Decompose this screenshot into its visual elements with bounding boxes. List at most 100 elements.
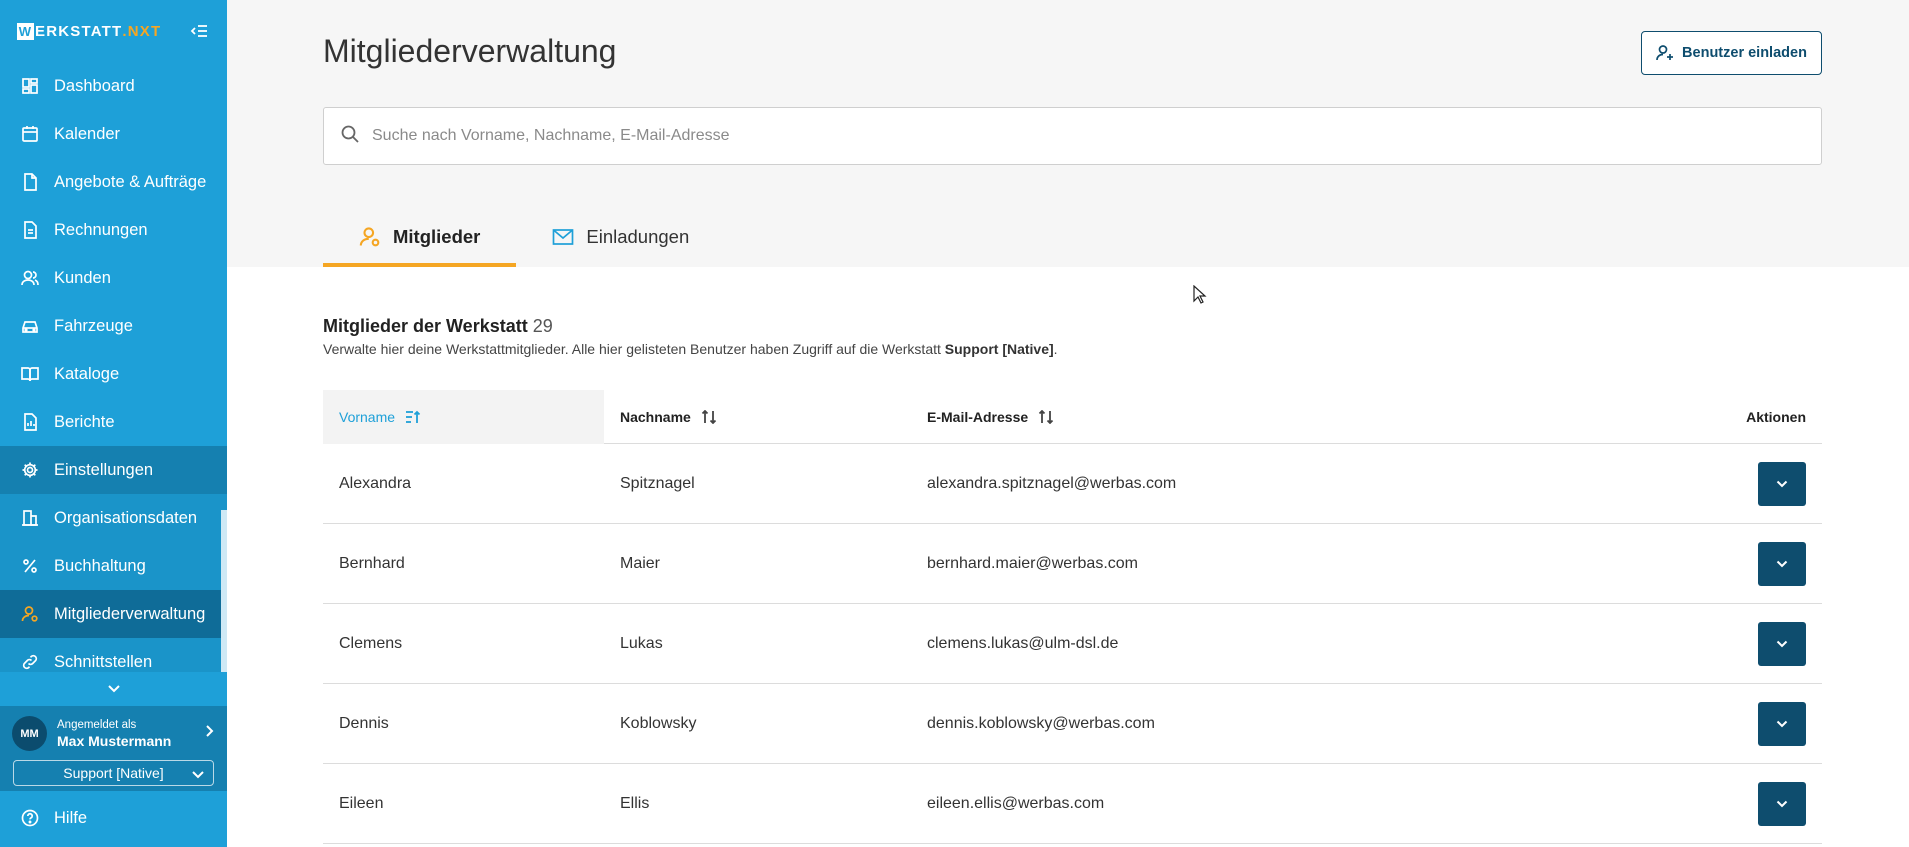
chevron-down-icon (1776, 635, 1788, 653)
sidebar-item-label: Mitgliederverwaltung (54, 604, 206, 623)
invoice-icon (20, 220, 40, 240)
sidebar-item-fahrzeuge[interactable]: Fahrzeuge (0, 302, 227, 350)
user-panel: MM Angemeldet als Max Mustermann Support… (0, 706, 227, 791)
workshop-select-value: Support [Native] (63, 765, 164, 781)
tab-label: Mitglieder (393, 225, 481, 247)
sidebar-item-buchhaltung[interactable]: Buchhaltung (0, 542, 227, 590)
tab-bar: Mitglieder Einladungen (323, 206, 725, 267)
sidebar-item-label: Kalender (54, 124, 121, 143)
table-row: Bernhard Maier bernhard.maier@werbas.com (323, 524, 1822, 604)
percent-icon (20, 556, 40, 576)
sidebar-item-label: Fahrzeuge (54, 316, 133, 335)
description-workshop: Support [Native] (944, 341, 1054, 357)
help-icon (20, 808, 40, 828)
cell-firstname: Clemens (339, 634, 403, 652)
search-input[interactable] (370, 126, 1770, 146)
invite-user-button[interactable]: Benutzer einladen (1641, 31, 1822, 75)
row-actions-button[interactable] (1758, 461, 1806, 506)
column-label: E-Mail-Adresse (927, 408, 1029, 425)
column-header-email[interactable]: E-Mail-Adresse (911, 390, 1738, 444)
cell-lastname: Lukas (620, 634, 663, 652)
sidebar-item-rechnungen[interactable]: Rechnungen (0, 206, 227, 254)
sidebar-item-schnittstellen[interactable]: Schnittstellen (0, 638, 227, 672)
sidebar-item-kalender[interactable]: Kalender (0, 110, 227, 158)
column-label: Aktionen (1746, 408, 1806, 425)
building-icon (20, 508, 40, 528)
chevron-down-icon (1776, 555, 1788, 573)
cell-email: alexandra.spitznagel@werbas.com (927, 474, 1177, 492)
mouse-cursor-icon (1193, 284, 1207, 310)
tab-einladungen[interactable]: Einladungen (516, 206, 725, 267)
sidebar-item-label: Dashboard (54, 76, 135, 95)
sidebar-item-kataloge[interactable]: Kataloge (0, 350, 227, 398)
sidebar-item-organisationsdaten[interactable]: Organisationsdaten (0, 494, 227, 542)
help-label: Hilfe (54, 808, 88, 827)
sidebar-item-label: Angebote & Aufträge (54, 172, 207, 191)
sidebar-item-label: Kataloge (54, 364, 120, 383)
table-row: Alexandra Spitznagel alexandra.spitznage… (323, 444, 1822, 524)
cell-firstname: Bernhard (339, 554, 405, 572)
members-title: Mitglieder der Werkstatt (323, 316, 528, 336)
row-actions-button[interactable] (1758, 781, 1806, 826)
table-header: Vorname Nachname E-Mail-Adresse Aktionen (323, 389, 1822, 444)
calendar-icon (20, 124, 40, 144)
column-header-lastname[interactable]: Nachname (604, 390, 911, 444)
cell-firstname: Eileen (339, 794, 384, 812)
description-end: . (1053, 341, 1058, 357)
table-row: Clemens Lukas clemens.lukas@ulm-dsl.de (323, 604, 1822, 684)
sidebar-nav: Dashboard Kalender Angebote & Aufträge R… (0, 62, 227, 672)
sidebar-item-einstellungen[interactable]: Einstellungen (0, 446, 227, 494)
sidebar-item-label: Buchhaltung (54, 556, 146, 575)
row-actions-button[interactable] (1758, 621, 1806, 666)
scroll-more-chevron-down-icon[interactable] (0, 672, 227, 706)
chevron-down-icon (1776, 475, 1788, 493)
chevron-right-icon (205, 724, 215, 743)
report-icon (20, 412, 40, 432)
cell-email: bernhard.maier@werbas.com (927, 554, 1138, 572)
column-header-actions: Aktionen (1738, 390, 1822, 444)
search-icon (340, 124, 360, 149)
app-logo[interactable]: W ERKSTATT . NXT (17, 22, 162, 40)
logo-suffix: NXT (127, 22, 162, 40)
user-menu[interactable]: MM Angemeldet als Max Mustermann (0, 706, 227, 751)
avatar: MM (12, 716, 47, 751)
sidebar-header: W ERKSTATT . NXT (0, 0, 227, 62)
cell-lastname: Maier (620, 554, 661, 572)
logged-in-label: Angemeldet als (57, 718, 137, 731)
help-link[interactable]: Hilfe (0, 800, 227, 836)
main-content: Mitgliederverwaltung Benutzer einladen M… (227, 0, 1909, 847)
column-label: Nachname (620, 408, 691, 425)
sort-icon (701, 409, 717, 424)
cell-firstname: Dennis (339, 714, 389, 732)
sidebar-item-kunden[interactable]: Kunden (0, 254, 227, 302)
dashboard-icon (20, 76, 40, 96)
book-icon (20, 364, 40, 384)
cell-email: clemens.lukas@ulm-dsl.de (927, 634, 1119, 652)
cell-email: dennis.koblowsky@werbas.com (927, 714, 1155, 732)
cell-lastname: Ellis (620, 794, 650, 812)
sidebar-item-label: Berichte (54, 412, 115, 431)
mail-icon (552, 228, 574, 246)
search-field[interactable] (323, 107, 1822, 165)
user-plus-icon (1656, 44, 1674, 62)
column-header-firstname[interactable]: Vorname (323, 389, 604, 444)
workshop-select[interactable]: Support [Native] (13, 760, 214, 786)
document-icon (20, 172, 40, 192)
cell-email: eileen.ellis@werbas.com (927, 794, 1105, 812)
sidebar: W ERKSTATT . NXT Dashboard Kalender Ange… (0, 0, 227, 847)
tab-mitglieder[interactable]: Mitglieder (323, 206, 517, 267)
cell-lastname: Koblowsky (620, 714, 697, 732)
sidebar-item-mitgliederverwaltung[interactable]: Mitgliederverwaltung (0, 590, 227, 638)
column-label: Vorname (339, 408, 396, 425)
row-actions-button[interactable] (1758, 701, 1806, 746)
sidebar-item-dashboard[interactable]: Dashboard (0, 62, 227, 110)
user-gear-icon (359, 226, 381, 248)
sidebar-item-angebote[interactable]: Angebote & Aufträge (0, 158, 227, 206)
sidebar-item-berichte[interactable]: Berichte (0, 398, 227, 446)
logo-mark: W (17, 22, 34, 40)
logo-text: ERKSTATT (35, 22, 123, 40)
users-icon (20, 268, 40, 288)
row-actions-button[interactable] (1758, 541, 1806, 586)
chevron-down-icon (1776, 715, 1788, 733)
collapse-sidebar-icon[interactable] (188, 20, 210, 42)
